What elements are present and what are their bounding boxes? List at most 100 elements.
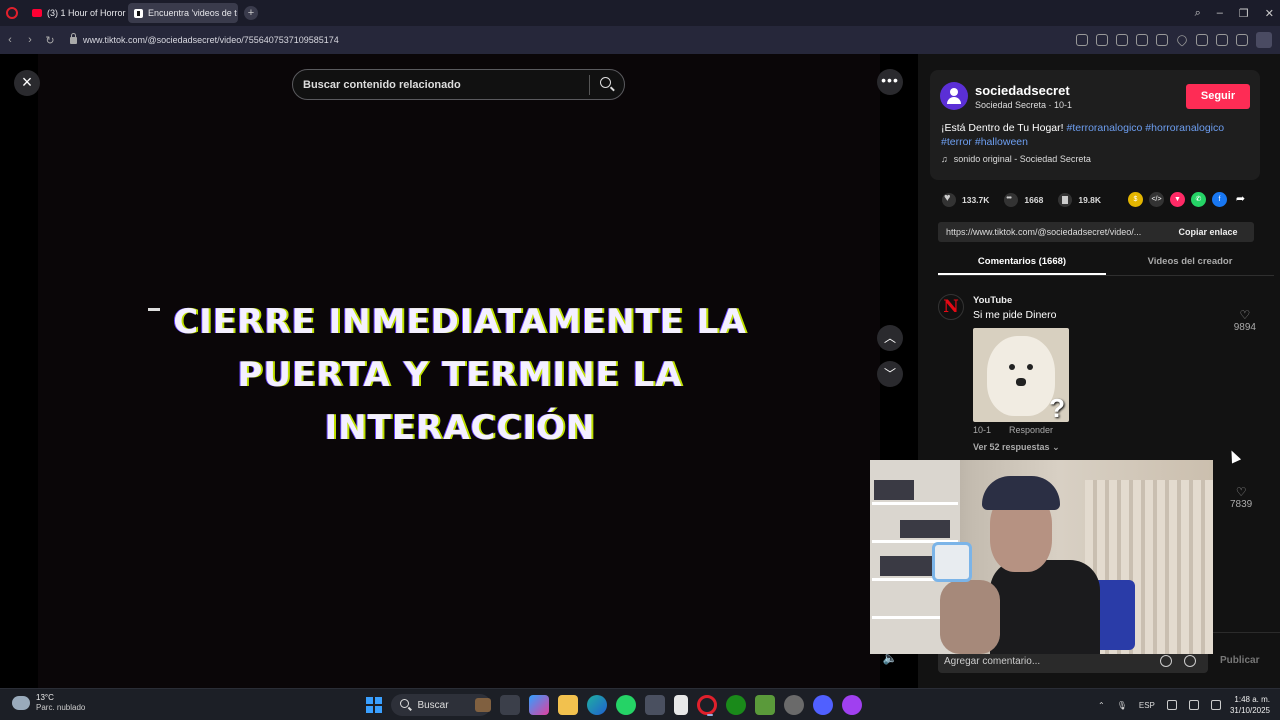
follow-button[interactable]: Seguir <box>1186 84 1250 109</box>
url-text: www.tiktok.com/@sociedadsecret/video/755… <box>83 35 339 45</box>
search-tabs-icon[interactable]: ⌕ <box>1195 7 1201 20</box>
whatsapp-icon[interactable] <box>616 695 636 715</box>
download-icon[interactable] <box>1196 34 1208 46</box>
netflix-avatar-icon[interactable]: N <box>938 294 964 320</box>
tab-youtube[interactable]: (3) 1 Hour of Horror Musi <box>26 3 126 23</box>
link-box: https://www.tiktok.com/@sociedadsecret/v… <box>938 222 1254 242</box>
mention-icon[interactable] <box>1160 655 1172 667</box>
copy-link-button[interactable]: Copiar enlace <box>1162 227 1254 237</box>
play-icon[interactable] <box>1156 34 1168 46</box>
close-window-button[interactable]: ✕ <box>1265 7 1274 20</box>
minecraft-icon[interactable] <box>755 695 775 715</box>
microphone-icon[interactable]: 🎙 <box>1117 701 1127 710</box>
reply-button[interactable]: Responder <box>1009 425 1053 435</box>
comment-date: 10-1 <box>973 425 992 435</box>
publish-button[interactable]: Publicar <box>1220 655 1259 666</box>
address-bar: ‹ › ↻ www.tiktok.com/@sociedadsecret/vid… <box>0 26 1280 54</box>
creator-username[interactable]: sociedadsecret <box>975 83 1070 98</box>
embed-icon[interactable]: </> <box>1149 192 1164 207</box>
video-player[interactable]: × ••• CIERRE INMEDIATAMENTE LA PUERTA Y … <box>0 54 903 688</box>
notepad-icon[interactable] <box>674 695 688 715</box>
cube-icon[interactable] <box>1256 32 1272 48</box>
whatsapp-icon[interactable]: ✆ <box>1191 192 1206 207</box>
previous-video-button[interactable]: ︿ <box>877 325 903 351</box>
opera-logo-icon[interactable] <box>6 7 18 19</box>
back-button[interactable]: ‹ <box>0 34 20 46</box>
task-view-icon[interactable] <box>500 695 520 715</box>
comment-like[interactable]: ♡ 9894 <box>1234 308 1256 333</box>
extension-icon[interactable] <box>1136 34 1148 46</box>
heart-outline-icon: ♡ <box>1235 485 1247 499</box>
opera-icon[interactable] <box>697 695 717 716</box>
comment-author[interactable]: YouTube <box>973 295 1012 306</box>
store-icon[interactable] <box>645 695 665 715</box>
close-video-button[interactable]: × <box>14 70 40 96</box>
send-icon[interactable]: ▼ <box>1170 192 1185 207</box>
app-icon[interactable] <box>813 695 833 715</box>
question-mark-icon: ? <box>1049 393 1065 422</box>
tab-label: Encuentra 'videos de t <box>148 8 237 18</box>
steam-icon[interactable] <box>784 695 804 715</box>
edge-icon[interactable] <box>587 695 607 715</box>
battery-icon[interactable] <box>1210 700 1221 710</box>
save-count: 19.8K <box>1078 195 1102 205</box>
shield-icon[interactable] <box>1116 34 1128 46</box>
copilot-icon[interactable] <box>529 695 549 715</box>
mug <box>932 542 972 582</box>
share-icon[interactable] <box>1076 34 1088 46</box>
search-icon[interactable] <box>590 69 624 100</box>
chevron-up-icon[interactable]: ⌃ <box>1098 701 1105 710</box>
menu-icon[interactable] <box>1216 34 1228 46</box>
minimize-button[interactable]: – <box>1217 7 1223 19</box>
comment-like[interactable]: ♡ 7839 <box>1230 485 1252 510</box>
language-indicator[interactable]: ESP <box>1139 701 1155 710</box>
shelf-clutter <box>874 480 914 500</box>
hashtag-link[interactable]: #horroranalogico <box>1145 122 1224 134</box>
like-icon[interactable] <box>942 192 956 207</box>
view-replies-button[interactable]: Ver 52 respuestas ⌄ <box>973 442 1060 453</box>
xbox-icon[interactable] <box>726 695 746 715</box>
comment-icon[interactable] <box>1004 193 1019 207</box>
heart-icon[interactable] <box>1175 33 1189 47</box>
tab-creator-videos[interactable]: Videos del creador <box>1106 250 1274 275</box>
clock-time: 1:48 a. m. <box>1234 695 1270 704</box>
music-info[interactable]: ♫ sonido original - Sociedad Secreta <box>941 154 1091 164</box>
volume-icon[interactable]: 🔈 <box>877 651 903 671</box>
creator-avatar[interactable] <box>940 82 968 110</box>
share-arrow-icon[interactable]: ➦ <box>1233 192 1248 207</box>
new-tab-button[interactable]: + <box>244 6 258 20</box>
weather-widget[interactable]: 13°C Parc. nublado <box>12 693 85 713</box>
shelf-clutter <box>900 520 950 538</box>
forward-button[interactable]: › <box>20 34 40 46</box>
tab-comments[interactable]: Comentarios (1668) <box>938 250 1106 275</box>
profile-icon[interactable] <box>1236 34 1248 46</box>
messenger-icon[interactable] <box>842 695 862 715</box>
hashtag-link[interactable]: #terror <box>941 136 972 148</box>
camera-icon[interactable] <box>1096 34 1108 46</box>
reload-button[interactable]: ↻ <box>40 34 60 47</box>
wifi-icon[interactable] <box>1166 700 1177 710</box>
video-link[interactable]: https://www.tiktok.com/@sociedadsecret/v… <box>938 227 1162 237</box>
video-description: ¡Está Dentro de Tu Hogar! #terroranalogi… <box>941 121 1256 149</box>
more-options-button[interactable]: ••• <box>877 69 903 95</box>
clock[interactable]: 1:48 a. m. 31/10/2025 <box>1224 694 1270 716</box>
file-explorer-icon[interactable] <box>558 695 578 715</box>
url-field[interactable]: www.tiktok.com/@sociedadsecret/video/755… <box>70 32 339 45</box>
related-search-input[interactable] <box>293 78 589 91</box>
comment-meta: 10-1 Responder <box>973 425 1053 435</box>
restore-button[interactable]: ❐ <box>1239 7 1249 20</box>
tab-tiktok[interactable]: Encuentra 'videos de t <box>128 3 238 23</box>
bookmark-icon[interactable] <box>1058 193 1073 207</box>
hashtag-link[interactable]: #halloween <box>975 136 1028 148</box>
browser-tab-bar: (3) 1 Hour of Horror Musi Encuentra 'vid… <box>0 0 1280 26</box>
speaker-icon[interactable] <box>1188 700 1199 710</box>
windows-start-icon[interactable] <box>366 697 382 713</box>
taskbar-search[interactable]: Buscar <box>391 694 491 716</box>
comment-input[interactable] <box>938 655 1160 667</box>
emoji-icon[interactable] <box>1184 655 1196 667</box>
hashtag-link[interactable]: #terroranalogico <box>1066 122 1142 134</box>
lock-icon <box>70 32 77 44</box>
next-video-button[interactable]: ﹀ <box>877 361 903 387</box>
coin-icon[interactable]: $ <box>1128 192 1143 207</box>
facebook-icon[interactable]: f <box>1212 192 1227 207</box>
